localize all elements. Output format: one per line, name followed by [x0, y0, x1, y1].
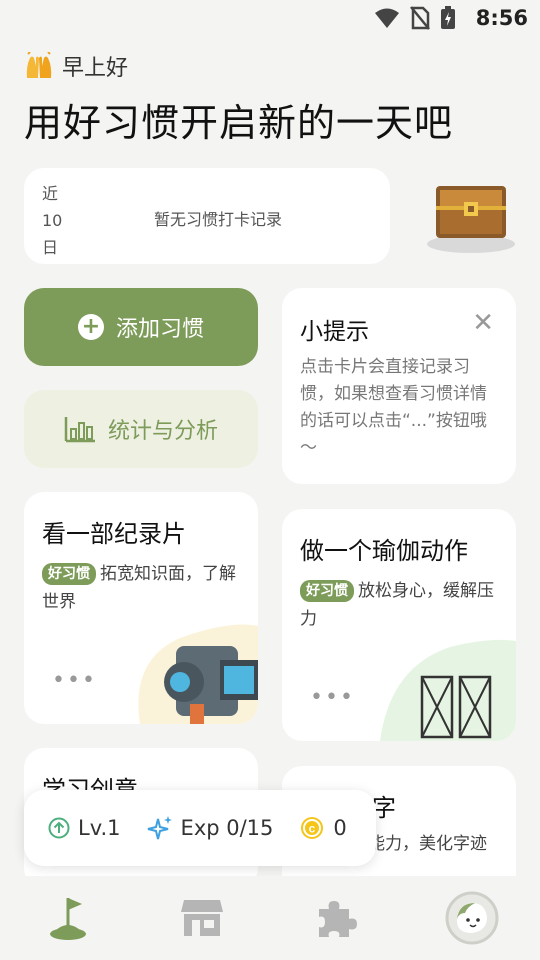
habit-card-yoga[interactable]: 做一个瑜伽动作 好习惯 放松身心，缓解压力 ••• [282, 509, 516, 741]
level-up-icon [48, 817, 70, 839]
greeting: 早上好 [24, 50, 128, 82]
add-habit-label: 添加习惯 [115, 317, 204, 342]
raised-hands-icon [26, 52, 52, 78]
good-habit-badge: 好习惯 [300, 580, 354, 602]
level-item: Lv.1 [48, 816, 121, 840]
bottom-tab-bar [0, 876, 540, 960]
video-camera-icon [138, 624, 258, 724]
habit-desc: 好习惯 拓宽知识面，了解世界 [42, 560, 242, 616]
habit-card-documentary[interactable]: 看一部纪录片 好习惯 拓宽知识面，了解世界 ••• [24, 492, 258, 724]
status-time: 8:56 [475, 6, 528, 30]
tab-shop[interactable] [172, 890, 232, 946]
coin-item: c 0 [299, 815, 347, 841]
recent-empty-text: 暂无习惯打卡记录 [154, 210, 283, 229]
treasure-chest-icon[interactable] [426, 180, 516, 256]
more-icon[interactable]: ••• [310, 685, 355, 710]
svg-text:c: c [309, 822, 316, 836]
stats-analysis-button[interactable]: 统计与分析 [24, 390, 258, 468]
battery-charging-icon [441, 6, 455, 29]
good-habit-badge: 好习惯 [42, 563, 96, 585]
tab-habits[interactable] [38, 890, 98, 946]
wifi-icon [375, 8, 399, 28]
no-sim-icon [410, 6, 430, 30]
bar-chart-icon [64, 417, 95, 443]
page-title: 用好习惯开启新的一天吧 [24, 101, 454, 145]
yoga-mat-icon [380, 639, 516, 741]
recent-label: 近10日 [42, 184, 63, 257]
coin-text: 0 [333, 816, 347, 840]
recent-checkins-card[interactable]: 近10日 暂无习惯打卡记录 [24, 168, 390, 264]
exp-item: Exp 0/15 [147, 815, 274, 841]
status-bar: 8:56 [0, 0, 540, 36]
plus-icon: + [77, 314, 104, 340]
status-icons [374, 6, 456, 30]
tips-title: 小提示 [300, 319, 369, 345]
coin-icon: c [301, 817, 324, 839]
store-icon [181, 900, 223, 936]
habit-title: 做一个瑜伽动作 [300, 537, 468, 565]
tab-plugins[interactable] [306, 890, 366, 946]
tips-body: 点击卡片会直接记录习惯，如果想查看习惯详情的话可以点击“...”按钮哦～ [300, 357, 487, 458]
level-bar[interactable]: Lv.1 Exp 0/15 c 0 [24, 790, 376, 866]
level-text: Lv.1 [78, 816, 121, 840]
golf-flag-icon [50, 898, 86, 940]
more-icon[interactable]: ••• [52, 668, 97, 693]
habit-desc: 好习惯 放松身心，缓解压力 [300, 577, 500, 633]
sparkle-icon [147, 816, 172, 840]
habit-title: 看一部纪录片 [42, 520, 186, 548]
stats-analysis-label: 统计与分析 [107, 419, 218, 444]
exp-text: Exp 0/15 [180, 816, 274, 840]
puzzle-icon [319, 901, 357, 937]
greeting-text: 早上好 [62, 56, 129, 81]
tips-card: 小提示 ✕ 点击卡片会直接记录习惯，如果想查看习惯详情的话可以点击“...”按钮… [282, 288, 516, 484]
avatar [445, 891, 499, 945]
add-habit-button[interactable]: + 添加习惯 [24, 288, 258, 366]
close-icon[interactable]: ✕ [472, 310, 494, 336]
tab-profile[interactable] [442, 890, 502, 946]
